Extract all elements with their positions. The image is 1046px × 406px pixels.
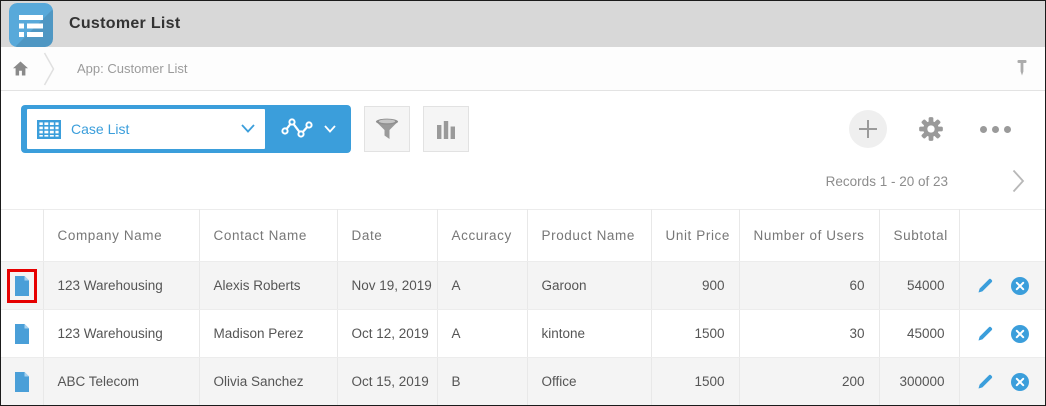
records-count-label: Records 1 - 20 of 23	[826, 174, 948, 189]
delete-record-button[interactable]	[1010, 276, 1030, 296]
cell-subtotal: 54000	[879, 262, 959, 310]
cell-record-icon	[1, 358, 43, 406]
cell-product-name: Garoon	[527, 262, 651, 310]
pencil-icon	[977, 325, 994, 342]
selected-view-label: Case List	[71, 121, 241, 137]
cell-contact-name: Olivia Sanchez	[199, 358, 337, 406]
plus-icon	[857, 118, 879, 140]
document-icon	[14, 324, 30, 344]
graph-view-button[interactable]	[265, 105, 351, 153]
delete-record-button[interactable]	[1010, 324, 1030, 344]
bar-chart-icon	[436, 118, 456, 140]
document-icon	[14, 276, 30, 296]
header-actions-col	[959, 210, 1046, 262]
cell-company-name: 123 Warehousing	[43, 310, 199, 358]
table-row[interactable]: 123 Warehousing Madison Perez Oct 12, 20…	[1, 310, 1046, 358]
breadcrumb-app-link[interactable]: App: Customer List	[77, 61, 188, 76]
home-icon[interactable]	[12, 61, 29, 76]
header-contact-name: Contact Name	[199, 210, 337, 262]
record-table: Company Name Contact Name Date Accuracy …	[1, 209, 1046, 406]
chevron-right-icon	[1012, 169, 1025, 193]
table-view-icon	[37, 120, 61, 139]
cell-accuracy: A	[437, 310, 527, 358]
toolbar: Case List	[1, 105, 1045, 153]
chevron-down-icon	[241, 120, 255, 138]
cell-company-name: ABC Telecom	[43, 358, 199, 406]
breadcrumb-separator-icon	[43, 52, 55, 86]
cell-actions	[959, 358, 1046, 406]
header-subtotal: Subtotal	[879, 210, 959, 262]
cell-subtotal: 300000	[879, 358, 959, 406]
delete-record-button[interactable]	[1010, 372, 1030, 392]
cell-contact-name: Alexis Roberts	[199, 262, 337, 310]
edit-record-button[interactable]	[977, 325, 994, 342]
next-page-button[interactable]	[1008, 165, 1029, 197]
ellipsis-icon	[980, 126, 987, 133]
cell-record-icon	[1, 262, 43, 310]
add-record-button[interactable]	[849, 110, 887, 148]
header-unit-price: Unit Price	[651, 210, 739, 262]
cell-product-name: kintone	[527, 310, 651, 358]
view-switcher: Case List	[21, 105, 351, 153]
pencil-icon	[977, 373, 994, 390]
app-window: Customer List App: Customer List	[0, 0, 1046, 406]
cell-number-of-users: 30	[739, 310, 879, 358]
cell-subtotal: 45000	[879, 310, 959, 358]
view-select-dropdown[interactable]: Case List	[27, 109, 265, 149]
filter-button[interactable]	[364, 106, 410, 152]
pencil-icon	[977, 277, 994, 294]
header-company-name: Company Name	[43, 210, 199, 262]
breadcrumb: App: Customer List	[1, 47, 1045, 91]
cell-accuracy: B	[437, 358, 527, 406]
document-icon	[14, 372, 30, 392]
header-date: Date	[337, 210, 437, 262]
toolbar-right	[849, 110, 1025, 148]
cell-unit-price: 1500	[651, 358, 739, 406]
settings-button[interactable]	[917, 115, 945, 143]
line-graph-icon	[280, 117, 314, 141]
more-options-button[interactable]	[975, 126, 1011, 133]
cell-record-icon	[1, 310, 43, 358]
table-row[interactable]: ABC Telecom Olivia Sanchez Oct 15, 2019 …	[1, 358, 1046, 406]
cell-date: Oct 12, 2019	[337, 310, 437, 358]
x-circle-icon	[1010, 372, 1030, 392]
header-product-name: Product Name	[527, 210, 651, 262]
table-header-row: Company Name Contact Name Date Accuracy …	[1, 210, 1046, 262]
cell-unit-price: 1500	[651, 310, 739, 358]
cell-actions	[959, 262, 1046, 310]
cell-number-of-users: 200	[739, 358, 879, 406]
x-circle-icon	[1010, 276, 1030, 296]
edit-record-button[interactable]	[977, 277, 994, 294]
open-record-icon[interactable]	[7, 365, 37, 399]
cell-unit-price: 900	[651, 262, 739, 310]
gear-icon	[917, 115, 945, 143]
chevron-down-icon	[324, 125, 336, 133]
cell-date: Nov 19, 2019	[337, 262, 437, 310]
edit-record-button[interactable]	[977, 373, 994, 390]
chart-button[interactable]	[423, 106, 469, 152]
open-record-icon[interactable]	[7, 317, 37, 351]
header-record-icon-col	[1, 210, 43, 262]
header-number-of-users: Number of Users	[739, 210, 879, 262]
app-menu-icon[interactable]	[9, 3, 53, 47]
page-title: Customer List	[69, 15, 180, 33]
pin-icon[interactable]	[1015, 59, 1029, 84]
header-accuracy: Accuracy	[437, 210, 527, 262]
cell-product-name: Office	[527, 358, 651, 406]
cell-actions	[959, 310, 1046, 358]
cell-number-of-users: 60	[739, 262, 879, 310]
table-row[interactable]: 123 Warehousing Alexis Roberts Nov 19, 2…	[1, 262, 1046, 310]
cell-accuracy: A	[437, 262, 527, 310]
cell-date: Oct 15, 2019	[337, 358, 437, 406]
filter-icon	[374, 118, 400, 141]
app-header: Customer List	[1, 1, 1045, 47]
cell-contact-name: Madison Perez	[199, 310, 337, 358]
cell-company-name: 123 Warehousing	[43, 262, 199, 310]
pagination-bar: Records 1 - 20 of 23	[1, 153, 1045, 209]
x-circle-icon	[1010, 324, 1030, 344]
open-record-icon[interactable]	[7, 269, 37, 303]
